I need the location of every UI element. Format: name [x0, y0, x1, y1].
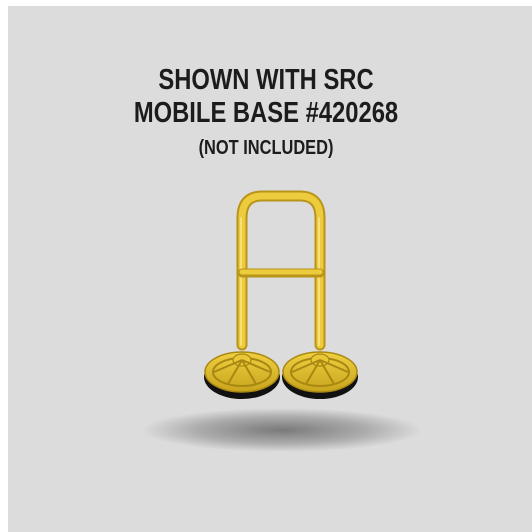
floor-shadow	[142, 408, 422, 452]
right-wheel	[282, 351, 358, 399]
mobile-base-cart-image	[142, 190, 422, 452]
product-image-frame: SHOWN WITH SRC MOBILE BASE #420268 (NOT …	[0, 0, 532, 532]
left-wheel	[204, 351, 280, 399]
cart-frame	[236, 190, 326, 351]
